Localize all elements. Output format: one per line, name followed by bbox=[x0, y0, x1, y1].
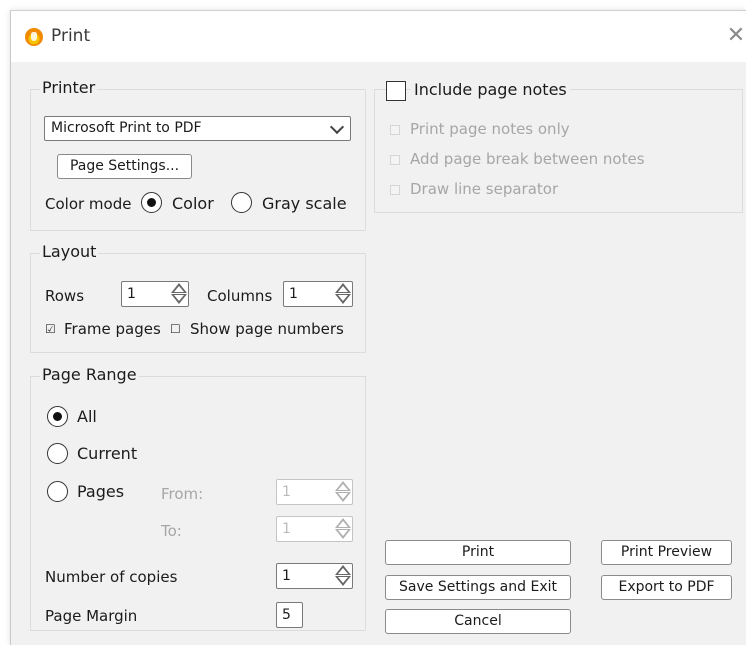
printer-group-title: Printer bbox=[40, 78, 98, 97]
stepper-arrows-icon[interactable] bbox=[335, 565, 351, 587]
margin-value: 5 bbox=[282, 607, 291, 623]
line-separator-checkbox[interactable] bbox=[390, 185, 400, 195]
save-settings-exit-button[interactable]: Save Settings and Exit bbox=[385, 575, 571, 600]
title-bar: Print ✕ bbox=[11, 11, 746, 62]
current-label: Current bbox=[77, 444, 138, 463]
notes-only-checkbox[interactable] bbox=[390, 125, 400, 135]
to-label: To: bbox=[161, 522, 182, 540]
page-break-checkbox[interactable] bbox=[390, 155, 400, 165]
show-page-numbers-label: Show page numbers bbox=[190, 320, 344, 338]
columns-label: Columns bbox=[207, 287, 273, 305]
copies-value: 1 bbox=[282, 568, 291, 584]
print-preview-button[interactable]: Print Preview bbox=[601, 540, 732, 565]
page-break-label: Add page break between notes bbox=[410, 150, 645, 168]
page-settings-button[interactable]: Page Settings... bbox=[57, 154, 192, 179]
color-option-label: Color bbox=[172, 194, 214, 213]
cancel-button[interactable]: Cancel bbox=[385, 609, 571, 634]
rows-stepper[interactable]: 1 bbox=[121, 281, 189, 307]
copies-label: Number of copies bbox=[45, 568, 178, 586]
chevron-down-icon bbox=[329, 119, 345, 135]
all-radio[interactable] bbox=[47, 406, 68, 427]
margin-input[interactable]: 5 bbox=[276, 602, 303, 628]
page-range-group-title: Page Range bbox=[40, 365, 139, 384]
rows-value: 1 bbox=[127, 286, 136, 302]
stepper-arrows-icon[interactable] bbox=[335, 481, 351, 503]
notes-only-label: Print page notes only bbox=[410, 120, 570, 138]
gray-scale-option-label: Gray scale bbox=[262, 194, 347, 213]
color-mode-label: Color mode bbox=[45, 195, 132, 213]
stepper-arrows-icon[interactable] bbox=[335, 283, 351, 305]
gray-scale-radio[interactable] bbox=[231, 192, 252, 213]
to-value: 1 bbox=[282, 521, 291, 537]
rows-label: Rows bbox=[45, 287, 85, 305]
include-page-notes-label: Include page notes bbox=[411, 80, 570, 99]
printer-select-value: Microsoft Print to PDF bbox=[51, 120, 202, 136]
print-button[interactable]: Print bbox=[385, 540, 571, 565]
notes-group: Include page notes Print page notes only… bbox=[374, 80, 743, 213]
from-stepper[interactable]: 1 bbox=[276, 479, 353, 505]
pages-label: Pages bbox=[77, 482, 125, 501]
page-range-group: Page Range All Current Pages From: 1 To:… bbox=[30, 365, 366, 631]
window-title: Print bbox=[51, 26, 91, 46]
app-flame-icon bbox=[25, 28, 43, 46]
frame-pages-label: Frame pages bbox=[64, 320, 161, 338]
pages-radio[interactable] bbox=[47, 481, 68, 502]
frame-pages-checkbox[interactable]: ☑ bbox=[45, 322, 56, 336]
current-radio[interactable] bbox=[47, 443, 68, 464]
margin-label: Page Margin bbox=[45, 607, 138, 625]
show-page-numbers-checkbox[interactable]: ☐ bbox=[170, 322, 181, 336]
copies-stepper[interactable]: 1 bbox=[276, 563, 353, 589]
from-label: From: bbox=[161, 485, 204, 503]
export-pdf-button[interactable]: Export to PDF bbox=[601, 575, 732, 600]
all-label: All bbox=[77, 407, 97, 426]
print-dialog: Print ✕ Printer Microsoft Print to PDF P… bbox=[10, 10, 746, 645]
printer-group: Printer Microsoft Print to PDF Page Sett… bbox=[30, 78, 366, 231]
layout-group: Layout Rows 1 Columns 1 ☑ Frame pages ☐ … bbox=[30, 242, 366, 353]
line-separator-label: Draw line separator bbox=[410, 180, 559, 198]
layout-group-title: Layout bbox=[40, 242, 99, 261]
to-stepper[interactable]: 1 bbox=[276, 516, 353, 542]
include-page-notes-checkbox[interactable] bbox=[386, 81, 406, 101]
stepper-arrows-icon[interactable] bbox=[171, 283, 187, 305]
stepper-arrows-icon[interactable] bbox=[335, 518, 351, 540]
columns-value: 1 bbox=[289, 286, 298, 302]
printer-select[interactable]: Microsoft Print to PDF bbox=[44, 116, 351, 141]
from-value: 1 bbox=[282, 484, 291, 500]
close-icon[interactable]: ✕ bbox=[725, 23, 746, 49]
columns-stepper[interactable]: 1 bbox=[283, 281, 353, 307]
color-radio[interactable] bbox=[141, 192, 162, 213]
